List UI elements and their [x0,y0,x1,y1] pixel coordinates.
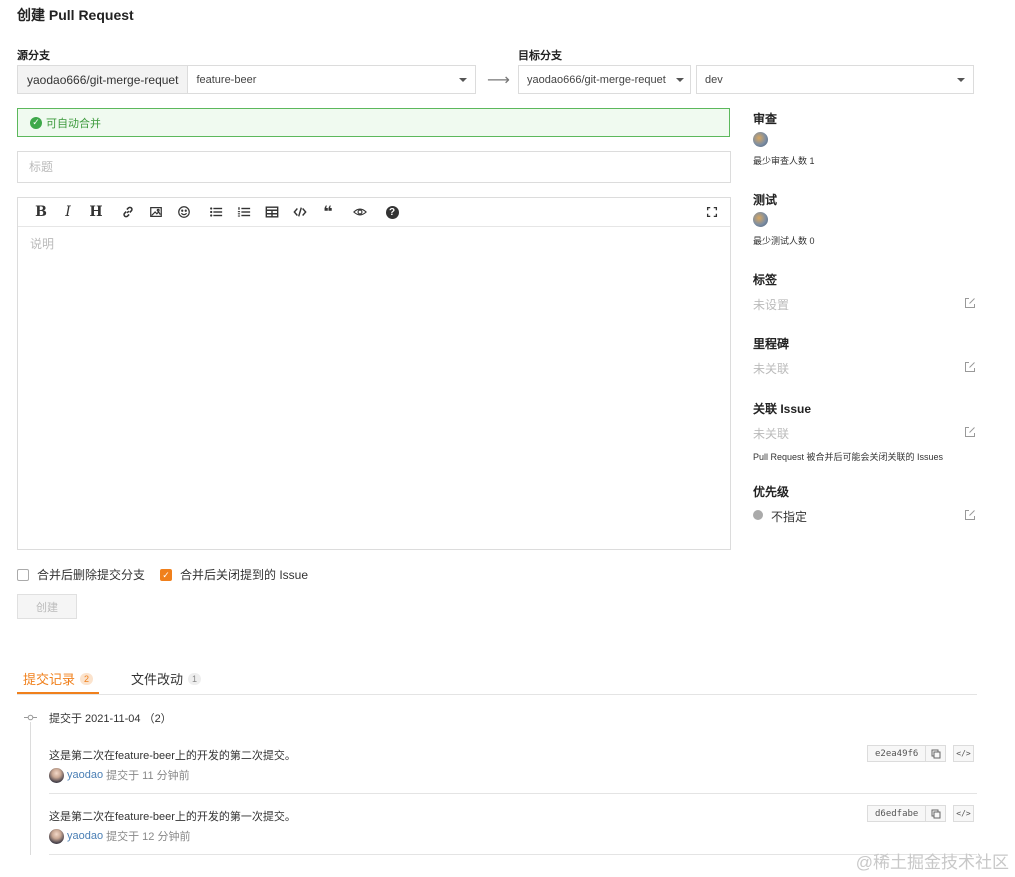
browse-code-button[interactable]: </> [953,805,974,822]
tags-value: 未设置 [753,298,790,312]
bold-icon[interactable]: B [33,204,49,220]
arrow-right-icon: ⟶ [487,72,510,89]
commit-sha[interactable]: e2ea49f6 [868,749,925,759]
copy-icon[interactable] [925,806,945,821]
edit-issue-icon[interactable] [964,426,976,441]
milestone-value: 未关联 [753,362,790,376]
issue-label: 关联 Issue [753,402,812,416]
commit-meta: yaodao 提交于 11 分钟前 [49,767,190,783]
description-input[interactable] [19,228,729,548]
priority-value: 不指定 [771,510,808,524]
tabs-divider [17,694,977,695]
user-avatar[interactable] [49,767,64,783]
tags-label: 标签 [753,273,778,287]
commit-message[interactable]: 这是第二次在feature-beer上的开发的第二次提交。 [49,747,296,763]
commit-message[interactable]: 这是第二次在feature-beer上的开发的第一次提交。 [49,808,296,824]
merge-status-text: 可自动合并 [46,117,101,130]
test-label: 测试 [753,193,778,207]
review-note: 最少审查人数 1 [753,156,815,166]
chevron-down-icon [957,77,965,82]
commit-group-header: 提交于 2021-11-04 （2） [49,713,172,725]
commit-author[interactable]: yaodao [67,830,103,842]
commit-sha[interactable]: d6edfabe [868,809,925,819]
close-issue-label: 合并后关闭提到的 Issue [180,568,309,582]
emoji-icon[interactable] [176,204,192,220]
edit-tags-icon[interactable] [964,297,976,312]
source-branch-value: feature-beer [196,73,257,86]
target-branch-label: 目标分支 [518,50,562,62]
title-input[interactable] [17,151,731,183]
tab-commits[interactable]: 提交记录 2 [23,669,94,688]
commit-sha-box[interactable]: e2ea49f6 [867,745,947,762]
priority-label: 优先级 [753,485,790,499]
user-avatar[interactable] [49,828,64,844]
close-issue-option[interactable]: ✓ 合并后关闭提到的 Issue [160,566,308,583]
delete-branch-checkbox[interactable] [17,568,29,581]
reviewer-avatar[interactable] [753,132,768,147]
description-editor: B I H ❝ ? [17,197,731,550]
merge-status-banner: ✓ 可自动合并 [17,108,730,137]
copy-icon[interactable] [925,746,945,761]
source-branch-selector[interactable]: yaodao666/git-merge-requet feature-beer [17,65,476,94]
test-note: 最少测试人数 0 [753,236,815,246]
target-branch-value: dev [705,73,723,86]
tester-avatar[interactable] [753,212,768,227]
tab-file-changes[interactable]: 文件改动 1 [131,669,202,688]
quote-icon[interactable]: ❝ [320,204,336,221]
tab-commits-count: 2 [80,672,94,685]
bullet-list-icon[interactable] [208,204,224,220]
close-issue-checkbox[interactable]: ✓ [160,568,172,581]
table-icon[interactable] [264,204,280,220]
link-icon[interactable] [120,204,136,220]
help-icon[interactable]: ? [384,204,400,220]
page-title: 创建 Pull Request [17,7,134,23]
tab-commits-label: 提交记录 [23,672,76,687]
image-icon[interactable] [148,204,164,220]
fullscreen-icon[interactable] [704,204,720,220]
tab-files-label: 文件改动 [131,672,184,687]
heading-icon[interactable]: H [88,204,104,220]
timeline-line [30,722,31,855]
commit-divider [49,793,977,794]
tab-files-count: 1 [188,672,202,685]
delete-branch-option[interactable]: 合并后删除提交分支 [17,566,145,583]
target-branch-selector[interactable]: dev [696,65,974,94]
commit-author[interactable]: yaodao [67,769,103,781]
commit-sha-box[interactable]: d6edfabe [867,805,947,822]
commit-divider [49,854,977,855]
issue-note: Pull Request 被合并后可能会关闭关联的 Issues [753,452,944,462]
commit-time: 提交于 12 分钟前 [106,831,191,843]
check-circle-icon: ✓ [30,116,42,129]
create-button[interactable]: 创建 [17,594,77,619]
active-tab-indicator [17,692,99,694]
priority-dot-icon [753,510,763,520]
target-repo-value: yaodao666/git-merge-requet [527,73,666,86]
edit-priority-icon[interactable] [964,509,976,524]
browse-code-button[interactable]: </> [953,745,974,762]
target-repo-selector[interactable]: yaodao666/git-merge-requet [518,65,691,94]
watermark: @稀土掘金技术社区 [855,853,1009,872]
milestone-label: 里程碑 [753,337,790,351]
review-label: 审查 [753,112,778,126]
source-repo: yaodao666/git-merge-requet [18,66,189,93]
editor-toolbar: B I H ❝ ? [18,198,730,227]
commit-meta: yaodao 提交于 12 分钟前 [49,828,190,844]
italic-icon[interactable]: I [60,204,76,220]
delete-branch-label: 合并后删除提交分支 [37,568,146,582]
preview-eye-icon[interactable] [352,204,368,220]
commit-time: 提交于 11 分钟前 [106,770,190,782]
source-branch-label: 源分支 [17,50,50,62]
chevron-down-icon [676,77,684,82]
issue-value: 未关联 [753,427,790,441]
edit-milestone-icon[interactable] [964,361,976,376]
code-icon[interactable] [292,204,308,220]
chevron-down-icon [459,77,467,82]
numbered-list-icon[interactable] [236,204,252,220]
